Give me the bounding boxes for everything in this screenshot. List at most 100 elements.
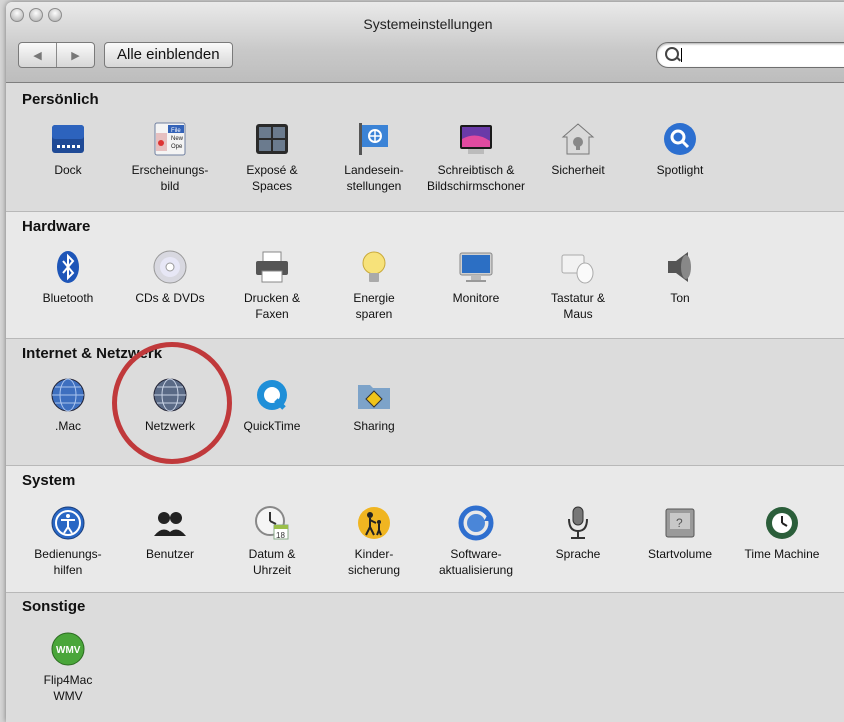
pane-kindersicherung[interactable]: Kinder- sicherung	[322, 505, 426, 578]
security-house-icon	[560, 121, 596, 157]
pane-softwareaktualisierung[interactable]: Software- aktualisierung	[424, 505, 528, 578]
pane-ton[interactable]: Ton	[628, 249, 732, 306]
section-sonstige: Sonstige	[6, 593, 844, 722]
pane-energie-sparen[interactable]: Energie sparen	[322, 249, 426, 322]
sharing-folder-icon	[356, 377, 392, 413]
software-update-icon	[458, 505, 494, 541]
icon-text: WMV	[56, 645, 81, 656]
icon-text: ?	[676, 516, 683, 530]
bluetooth-icon	[50, 249, 86, 285]
accounts-icon	[152, 505, 188, 541]
pane-label: Bluetooth	[42, 291, 94, 305]
pane-label: Energie sparen	[353, 291, 395, 321]
pane-label: Sicherheit	[551, 163, 605, 177]
show-all-button[interactable]: Alle einblenden	[104, 42, 233, 68]
pane-startvolume[interactable]: ? Startvolume	[628, 505, 732, 562]
pane-label: Sprache	[555, 547, 601, 561]
icon-text: 18	[276, 531, 285, 540]
keyboard-mouse-icon	[560, 249, 596, 285]
monitor-icon	[458, 249, 494, 285]
pane-label: Time Machine	[744, 547, 820, 561]
pane-bluetooth[interactable]: Bluetooth	[16, 249, 120, 306]
pane-landeseinstellungen[interactable]: Landesein- stellungen	[322, 121, 426, 194]
pane-label: Drucken & Faxen	[243, 291, 301, 321]
pane-sprache[interactable]: Sprache	[526, 505, 630, 562]
section-title: Hardware	[22, 218, 91, 235]
pane-label: Landesein- stellungen	[344, 163, 404, 193]
pane-sicherheit[interactable]: Sicherheit	[526, 121, 630, 178]
pane-label: Flip4Mac WMV	[43, 673, 93, 703]
highlight-circle	[112, 342, 232, 464]
spotlight-icon	[662, 121, 698, 157]
international-flag-icon	[356, 121, 392, 157]
system-preferences-window: Systemeinstellungen ◀ ▶ Alle einblenden …	[6, 2, 844, 722]
pane-label: Startvolume	[647, 547, 713, 561]
search-icon	[665, 47, 679, 61]
pane-sharing[interactable]: Sharing	[322, 377, 426, 434]
pane-label: Bedienungs- hilfen	[34, 547, 102, 577]
pane-label: Erscheinungs- bild	[131, 163, 209, 193]
flip4mac-wmv-icon: WMV	[50, 631, 86, 667]
section-title: Sonstige	[22, 598, 86, 615]
pane-erscheinungsbild[interactable]: File New Ope Erscheinungs- bild	[118, 121, 222, 194]
desktop-screensaver-icon	[458, 121, 494, 157]
pane-schreibtisch[interactable]: Schreibtisch & Bildschirmschoner	[424, 121, 528, 194]
pane-bedienungshilfen[interactable]: Bedienungs- hilfen	[16, 505, 120, 578]
search-field[interactable]	[656, 42, 844, 68]
pane-label: Ton	[670, 291, 690, 305]
pane-label: .Mac	[54, 419, 81, 433]
text-cursor	[681, 48, 682, 62]
pane-tastatur-maus[interactable]: Tastatur & Maus	[526, 249, 630, 322]
pane-monitore[interactable]: Monitore	[424, 249, 528, 306]
pane-label: Dock	[54, 163, 82, 177]
pane-drucken-faxen[interactable]: Drucken & Faxen	[220, 249, 324, 322]
pane-label: Monitore	[452, 291, 500, 305]
date-time-icon: 18	[254, 505, 290, 541]
microphone-icon	[560, 505, 596, 541]
pane-datum-uhrzeit[interactable]: 18 Datum & Uhrzeit	[220, 505, 324, 578]
printer-icon	[254, 249, 290, 285]
pane-label: Benutzer	[145, 547, 195, 561]
icon-text: File	[171, 128, 181, 134]
pane-label: Spotlight	[656, 163, 704, 177]
pane-flip4mac[interactable]: WMV Flip4Mac WMV	[16, 631, 120, 704]
quicktime-icon	[254, 377, 290, 413]
pane-label: Exposé & Spaces	[246, 163, 298, 193]
icon-text: Ope	[171, 144, 183, 150]
back-button[interactable]: ◀	[19, 43, 57, 67]
pane-label: Tastatur & Maus	[550, 291, 606, 321]
startup-disk-icon: ?	[662, 505, 698, 541]
expose-spaces-icon	[254, 121, 290, 157]
pane-label: Schreibtisch & Bildschirmschoner	[426, 163, 526, 193]
section-title: Persönlich	[22, 91, 99, 108]
pane-quicktime[interactable]: QuickTime	[220, 377, 324, 434]
pane-expose-spaces[interactable]: Exposé & Spaces	[220, 121, 324, 194]
window-title: Systemeinstellungen	[363, 16, 493, 32]
preference-panes: Persönlich Hardware Internet & Netzwerk …	[6, 83, 844, 722]
appearance-icon: File New Ope	[152, 121, 188, 157]
forward-button[interactable]: ▶	[57, 43, 94, 67]
pane-time-machine[interactable]: Time Machine	[730, 505, 834, 562]
pane-label: CDs & DVDs	[135, 291, 205, 305]
pane-label: Kinder- sicherung	[347, 547, 401, 577]
light-bulb-icon	[356, 249, 392, 285]
nav-buttons: ◀ ▶	[18, 42, 95, 68]
time-machine-icon	[764, 505, 800, 541]
pane-label: Datum & Uhrzeit	[248, 547, 296, 577]
pane-label: Sharing	[353, 419, 395, 433]
pane-cds-dvds[interactable]: CDs & DVDs	[118, 249, 222, 306]
cd-dvd-icon	[152, 249, 188, 285]
accessibility-icon	[50, 505, 86, 541]
section-title: System	[22, 472, 76, 489]
parental-controls-icon	[356, 505, 392, 541]
pane-label: Software- aktualisierung	[438, 547, 514, 577]
pane-spotlight[interactable]: Spotlight	[628, 121, 732, 178]
pane-benutzer[interactable]: Benutzer	[118, 505, 222, 562]
pane-dock[interactable]: Dock	[16, 121, 120, 178]
pane-label: QuickTime	[243, 419, 301, 433]
dotmac-globe-icon	[50, 377, 86, 413]
speaker-icon	[662, 249, 698, 285]
icon-text: New	[171, 136, 184, 142]
title-bar: Systemeinstellungen ◀ ▶ Alle einblenden	[6, 2, 844, 83]
pane-mac[interactable]: .Mac	[16, 377, 120, 434]
